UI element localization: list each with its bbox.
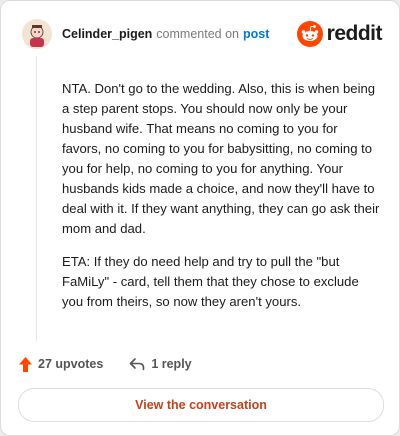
comment-header: Celinder_pigen commented on post reddit (22, 19, 383, 49)
post-link[interactable]: post (243, 27, 269, 41)
comment-paragraph-2: ETA: If they do need help and try to pul… (62, 254, 359, 309)
username[interactable]: Celinder_pigen (62, 27, 152, 41)
upvote-count: 27 upvotes (38, 357, 104, 371)
view-conversation-button[interactable]: View the conversation (18, 388, 384, 422)
action-text: commented on (156, 27, 239, 41)
avatar-icon (22, 19, 52, 49)
upvote-button[interactable]: 27 upvotes (18, 356, 103, 373)
reply-count: 1 reply (151, 357, 192, 371)
reddit-wordmark: reddit (326, 22, 383, 45)
comment-paragraph-1: NTA. Don't go to the wedding. Also, this… (62, 81, 380, 236)
comment-card: Celinder_pigen commented on post reddit … (0, 0, 400, 436)
view-conversation-label: View the conversation (135, 398, 267, 412)
comment-footer: 27 upvotes 1 reply (18, 353, 192, 375)
thread-line (36, 56, 37, 341)
reply-arrow-icon (130, 358, 145, 371)
reply-button[interactable]: 1 reply (129, 357, 192, 371)
upvote-arrow-icon (19, 356, 32, 372)
user-avatar[interactable] (22, 19, 52, 49)
reddit-snoo-icon (296, 21, 323, 47)
reddit-logo[interactable]: reddit (296, 19, 383, 49)
comment-body: NTA. Don't go to the wedding. Also, this… (62, 79, 380, 325)
